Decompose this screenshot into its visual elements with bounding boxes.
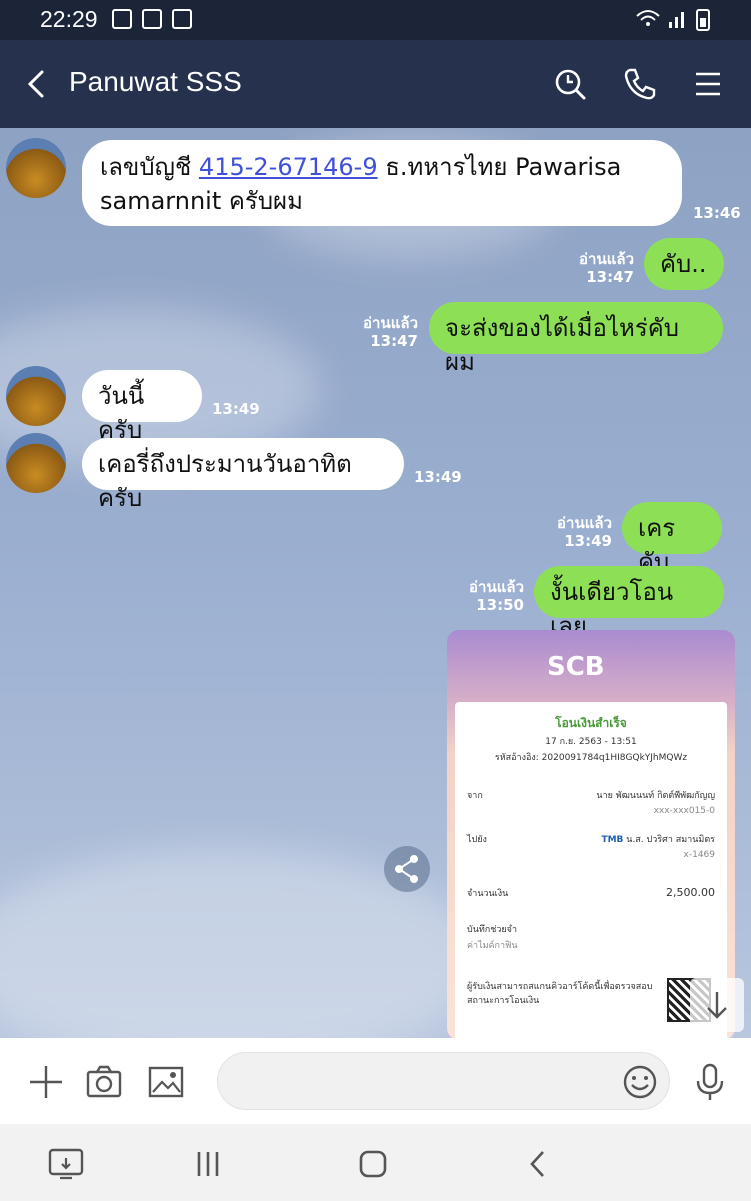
screen-record-icon[interactable] xyxy=(46,1144,86,1184)
message-text: จะส่งของได้เมื่อไหร่คับผม xyxy=(445,314,680,376)
message-text: เลขบัญชี xyxy=(100,153,199,181)
slip-to-name-text: น.ส. ปวริศา สมานมิตร xyxy=(626,835,715,845)
contact-avatar[interactable] xyxy=(6,433,66,493)
contact-avatar[interactable] xyxy=(6,138,66,198)
chat-header: Panuwat SSS xyxy=(0,40,751,128)
system-status-icons xyxy=(636,9,710,31)
message-bubble-incoming[interactable]: เลขบัญชี 415-2-67146-9 ธ.ทหารไทย Pawaris… xyxy=(82,140,682,226)
slip-to-name: TMB น.ส. ปวริศา สมานมิตร xyxy=(467,832,715,846)
gallery-notification-icon xyxy=(112,9,132,29)
slip-ref: รหัสอ้างอิง: 2020091784q1HI8GQkYJhMQWz xyxy=(494,753,688,763)
slip-card: โอนเงินสำเร็จ 17 ก.ย. 2563 - 13:51 รหัสอ… xyxy=(455,702,727,1038)
message-meta: อ่านแล้ว 13:49 xyxy=(538,514,612,550)
message-input-bar xyxy=(0,1038,751,1124)
slip-to-bank: TMB xyxy=(601,835,624,845)
system-back-icon[interactable] xyxy=(518,1144,558,1184)
message-time: 13:49 xyxy=(414,468,462,486)
slip-amount: 2,500.00 xyxy=(666,886,715,899)
message-time: 13:47 xyxy=(586,268,634,286)
search-icon[interactable] xyxy=(550,64,590,104)
message-bubble-outgoing[interactable]: งั้นเดียวโอนเลย xyxy=(534,566,724,640)
back-arrow-icon[interactable] xyxy=(18,64,58,104)
message-meta: อ่านแล้ว 13:47 xyxy=(344,314,418,350)
media-notification-icon xyxy=(172,9,192,29)
camera-icon[interactable] xyxy=(84,1062,124,1102)
message-meta: อ่านแล้ว 13:47 xyxy=(560,250,634,286)
slip-from-name: นาย พัฒนนนท์ กิตต์พีพัฒกัญญ xyxy=(596,791,715,801)
scroll-down-icon[interactable] xyxy=(690,978,744,1032)
chat-area[interactable]: เลขบัญชี 415-2-67146-9 ธ.ทหารไทย Pawaris… xyxy=(0,128,751,1038)
slip-qr-text: ผู้รับเงินสามารถสแกนคิวอาร์โค้ดนี้เพื่อต… xyxy=(467,982,653,1006)
photo-notification-icon xyxy=(142,9,162,29)
slip-from-account: xxx-xxx015-0 xyxy=(653,806,715,816)
microphone-icon[interactable] xyxy=(690,1062,730,1102)
image-icon[interactable] xyxy=(146,1062,186,1102)
read-receipt: อ่านแล้ว xyxy=(469,578,524,596)
message-time: 13:46 xyxy=(693,204,741,222)
message-text: เคอรี่ถึงประมานวันอาทิตครับ xyxy=(98,450,352,512)
account-number-link[interactable]: 415-2-67146-9 xyxy=(199,153,378,181)
message-time: 13:47 xyxy=(370,332,418,350)
slip-datetime: 17 ก.ย. 2563 - 13:51 xyxy=(545,737,637,747)
message-input[interactable] xyxy=(217,1052,670,1110)
message-time: 13:49 xyxy=(212,400,260,418)
chat-title: Panuwat SSS xyxy=(69,66,242,97)
message-bubble-incoming[interactable]: วันนี้ครับ xyxy=(82,370,202,444)
slip-note-label: บันทึกช่วยจำ xyxy=(467,925,518,935)
message-meta: อ่านแล้ว 13:50 xyxy=(450,578,524,614)
emoji-icon[interactable] xyxy=(620,1062,660,1102)
phone-icon[interactable] xyxy=(620,64,660,104)
slip-status: โอนเงินสำเร็จ xyxy=(555,716,627,730)
recent-apps-icon[interactable] xyxy=(188,1144,228,1184)
message-time: 13:50 xyxy=(476,596,524,614)
read-receipt: อ่านแล้ว xyxy=(557,514,612,532)
message-text: คับ.. xyxy=(660,250,707,278)
message-bubble-incoming[interactable]: เคอรี่ถึงประมานวันอาทิตครับ xyxy=(82,438,404,512)
contact-avatar[interactable] xyxy=(6,366,66,426)
message-bubble-outgoing[interactable]: จะส่งของได้เมื่อไหร่คับผม xyxy=(429,302,723,376)
share-icon[interactable] xyxy=(384,846,430,892)
system-nav-bar xyxy=(0,1124,751,1201)
status-bar: 22:29 xyxy=(0,0,751,40)
slip-note-value: ค่าไมค์กาฟิน xyxy=(467,941,518,951)
message-bubble-outgoing[interactable]: เครคับ xyxy=(622,502,722,576)
hamburger-icon[interactable] xyxy=(688,64,728,104)
message-bubble-outgoing[interactable]: คับ.. xyxy=(644,238,724,290)
read-receipt: อ่านแล้ว xyxy=(363,314,418,332)
message-text: วันนี้ครับ xyxy=(98,382,145,444)
slip-to-account: x-1469 xyxy=(683,850,715,860)
plus-icon[interactable] xyxy=(26,1062,66,1102)
status-time: 22:29 xyxy=(40,6,98,32)
read-receipt: อ่านแล้ว xyxy=(579,250,634,268)
message-time: 13:49 xyxy=(564,532,612,550)
scb-logo: SCB xyxy=(547,652,605,682)
home-icon[interactable] xyxy=(353,1144,393,1184)
transfer-slip-image[interactable]: SCB โอนเงินสำเร็จ 17 ก.ย. 2563 - 13:51 ร… xyxy=(447,630,735,1038)
